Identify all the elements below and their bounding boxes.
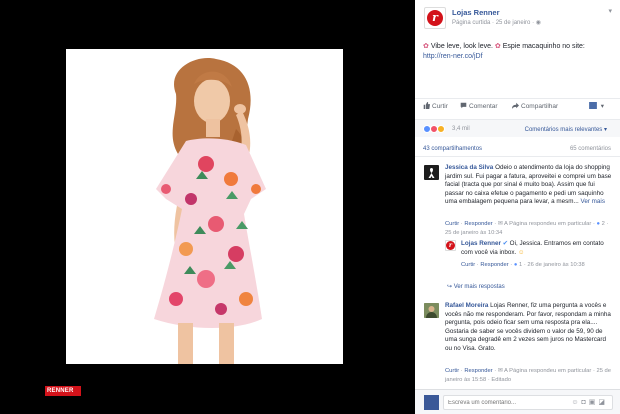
post-options-chevron-icon[interactable]: ▾	[608, 7, 612, 15]
emoji-icon[interactable]: ☺	[571, 399, 581, 406]
comments-count: 65 comentários	[569, 146, 611, 152]
reply-like-count[interactable]: 1	[519, 262, 522, 268]
post-text-line2: Espie macaquinho no site:	[502, 43, 585, 50]
shares-count[interactable]: 43 compartilhamentos	[423, 146, 482, 152]
smile-emoji-icon: ☺	[518, 248, 525, 256]
comment-time[interactable]: 25 de janeiro às 10:34	[445, 230, 502, 236]
post-panel: r Lojas Renner Página curtida · 25 de ja…	[415, 0, 620, 414]
flower-emoji-icon: ✿	[423, 43, 429, 50]
sticker-icon[interactable]: ◪	[598, 399, 608, 406]
reaction-count[interactable]: 3,4 mil	[452, 126, 470, 132]
verified-icon: ✔	[502, 240, 508, 247]
comment-label: Comentar	[469, 103, 498, 110]
comment-author[interactable]: Jessica da Silva	[445, 164, 493, 171]
post-text-line1: Vibe leve, look leve.	[430, 43, 493, 50]
comment-like-link[interactable]: Curtir	[445, 368, 459, 374]
post-actions-bar: Curtir Comentar Compartilhar ▾	[415, 98, 620, 112]
see-more-link[interactable]: Ver mais	[580, 198, 605, 205]
photo-viewer: RENNER	[0, 0, 415, 414]
message-icon: ✉	[497, 221, 503, 227]
person-photo-icon	[424, 303, 439, 318]
comment-bubble-icon	[460, 102, 467, 109]
reactions-bar: 3,4 mil Comentários mais relevantes ▾	[415, 119, 620, 137]
thumbs-up-icon	[423, 102, 430, 109]
comment-meta: Curtir · Responder · ✉ A Página responde…	[445, 221, 609, 236]
like-mini-icon: ●	[596, 221, 601, 227]
renner-logo-icon: r	[446, 241, 455, 250]
reply-reply-link[interactable]: Responder	[480, 262, 508, 268]
more-replies-label: Ver mais respostas	[453, 284, 505, 290]
page-replied-label: A Página respondeu em particular	[504, 368, 592, 374]
comment-like-link[interactable]: Curtir	[445, 221, 459, 227]
post-text: ✿ Vibe leve, look leve. ✿ Espie macaquin…	[423, 42, 613, 62]
comment-sort-label: Comentários mais relevantes	[524, 127, 603, 133]
reply-author[interactable]: Lojas Renner	[461, 240, 501, 247]
share-label: Compartilhar	[521, 103, 559, 110]
post-as-selector[interactable]: ▾	[589, 102, 604, 110]
edited-label[interactable]: Editado	[491, 377, 511, 383]
comment-body: Lojas Renner, fiz uma pergunta a vocês e…	[445, 302, 611, 352]
reply-meta: Curtir · Responder · ● 1 · 26 de janeiro…	[461, 262, 585, 268]
gif-icon[interactable]: ▣	[589, 399, 599, 406]
renner-logo-badge: RENNER	[45, 386, 81, 396]
wow-reaction-icon[interactable]	[437, 125, 445, 133]
like-button[interactable]: Curtir	[423, 102, 448, 110]
composer-tools: ☺◘▣◪	[571, 398, 608, 406]
reply-like-link[interactable]: Curtir	[461, 262, 475, 268]
comment-button[interactable]: Comentar	[460, 102, 498, 110]
message-icon: ✉	[497, 368, 503, 374]
flower-emoji-icon: ✿	[494, 43, 501, 50]
share-arrow-icon	[512, 102, 519, 109]
reply-text: Lojas Renner ✔ Oi, Jessica. Entramos em …	[461, 240, 613, 257]
globe-icon: ◉	[535, 20, 541, 26]
current-user-avatar	[424, 395, 439, 410]
like-label: Curtir	[432, 103, 448, 110]
like-mini-icon: ●	[513, 262, 518, 268]
comment-sort-dropdown[interactable]: Comentários mais relevantes ▾	[525, 126, 607, 133]
share-button[interactable]: Compartilhar	[512, 102, 558, 110]
camera-icon[interactable]: ◘	[582, 399, 589, 406]
chevron-down-icon: ▾	[603, 127, 607, 133]
comment-composer: ☺◘▣◪	[415, 389, 620, 414]
page-identity-icon	[589, 102, 597, 109]
comment-reply-link[interactable]: Responder	[464, 221, 492, 227]
renner-reply-avatar[interactable]: r	[445, 240, 456, 251]
post-stats: 43 compartilhamentos 65 comentários	[415, 143, 620, 157]
commenter-avatar[interactable]	[424, 165, 439, 180]
liked-page-label: Página curtida	[452, 20, 491, 26]
post-link[interactable]: http://ren-ner.co/jDf	[423, 53, 483, 60]
comment-text: Jessica da Silva Odeio o atendimento da …	[445, 164, 613, 207]
renner-logo-icon: r	[427, 10, 443, 26]
product-photo[interactable]	[66, 49, 343, 364]
more-replies-link[interactable]: ↪ Ver mais respostas	[447, 283, 505, 290]
ribbon-icon	[428, 168, 435, 178]
comment-reply-link[interactable]: Responder	[464, 368, 492, 374]
post-date[interactable]: 25 de janeiro	[496, 20, 531, 26]
page-name-link[interactable]: Lojas Renner	[452, 8, 500, 17]
page-avatar[interactable]: r	[424, 7, 446, 29]
page-replied-label: A Página respondeu em particular	[504, 221, 592, 227]
comment-text: Rafael Moreira Lojas Renner, fiz uma per…	[445, 302, 613, 353]
model-in-floral-romper-image	[66, 49, 343, 364]
commenter-avatar[interactable]	[424, 303, 439, 318]
post-meta: Página curtida · 25 de janeiro · ◉	[452, 20, 541, 26]
comment-meta: Curtir · Responder · ✉ A Página responde…	[445, 368, 612, 383]
renner-badge-label: RENNER	[47, 388, 74, 394]
comment-like-count[interactable]: 2	[602, 221, 605, 227]
reply-time[interactable]: 26 de janeiro às 10:38	[527, 262, 584, 268]
reply-arrow-icon: ↪	[447, 284, 453, 290]
comment-author[interactable]: Rafael Moreira	[445, 302, 488, 309]
